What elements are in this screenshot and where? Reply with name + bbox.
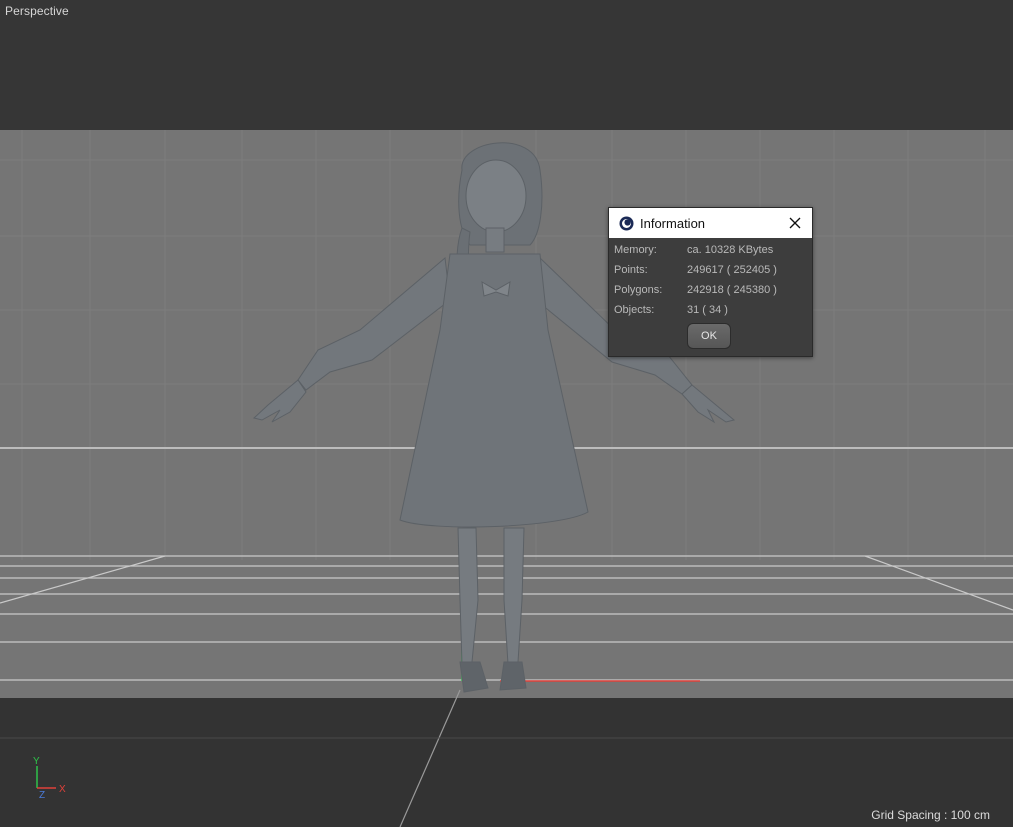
info-label: Objects: [614, 304, 655, 316]
axis-widget-z-label: Z [39, 790, 45, 801]
info-value: ca. 10328 KBytes [687, 244, 774, 256]
character-right-shoe [499, 661, 527, 691]
info-value: 242918 ( 245380 ) [687, 284, 777, 296]
character-head [465, 159, 527, 233]
info-label: Polygons: [614, 284, 663, 296]
cinema4d-logo-icon [619, 216, 634, 231]
close-icon[interactable] [786, 214, 804, 232]
axis-orientation-widget: Y Z X [33, 756, 66, 801]
viewport-label[interactable]: Perspective [5, 4, 69, 18]
dialog-info-rows: Memory: ca. 10328 KBytes Points: 249617 … [609, 241, 812, 321]
info-value: 31 ( 34 ) [687, 304, 728, 316]
grid-spacing-readout: Grid Spacing : 100 cm [871, 808, 990, 822]
dialog-title: Information [640, 215, 706, 231]
axis-widget-y-label: Y [33, 756, 40, 767]
info-label: Memory: [614, 244, 657, 256]
info-row-memory: Memory: ca. 10328 KBytes [609, 241, 812, 261]
character-neck [485, 227, 505, 253]
info-label: Points: [614, 264, 648, 276]
scene-canvas[interactable] [0, 0, 1013, 827]
info-row-objects: Objects: 31 ( 34 ) [609, 301, 812, 321]
floor-dark [0, 698, 1013, 827]
axis-widget-x-label: X [59, 784, 66, 795]
viewport-background-top [0, 0, 1013, 130]
info-row-points: Points: 249617 ( 252405 ) [609, 261, 812, 281]
info-value: 249617 ( 252405 ) [687, 264, 777, 276]
ok-button[interactable]: OK [687, 323, 731, 349]
info-row-polygons: Polygons: 242918 ( 245380 ) [609, 281, 812, 301]
dialog-titlebar[interactable]: Information [609, 208, 812, 238]
viewport-3d[interactable]: Perspective Y Z X Grid Spacing : 100 cm [0, 0, 1013, 827]
information-dialog: Information Memory: ca. 10328 KBytes Poi… [608, 207, 813, 357]
